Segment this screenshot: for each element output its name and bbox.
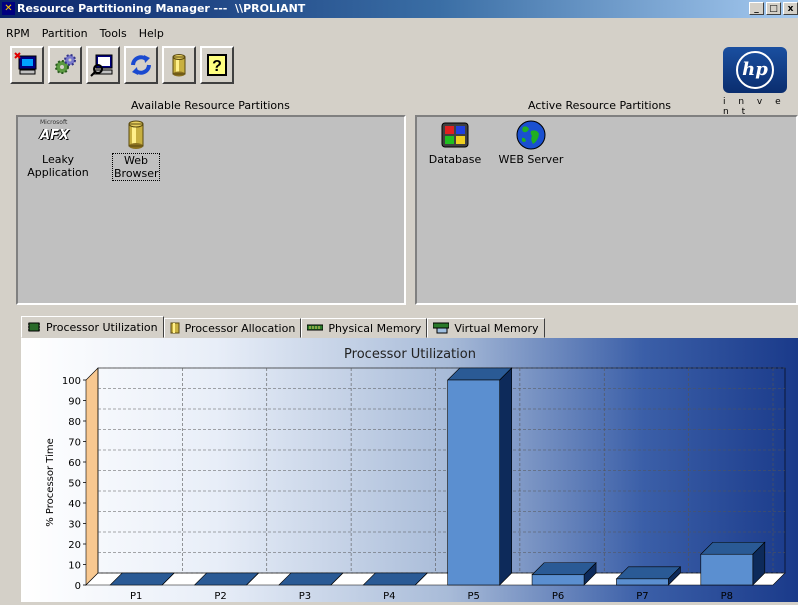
y-axis-tick-label: 80 xyxy=(68,417,81,428)
close-button[interactable]: x xyxy=(783,2,798,15)
processor-utilization-chart: Processor Utilization 0 10 20 30 40 50 60 70 80 90… xyxy=(45,347,786,602)
menu-bar: RPM Partition Tools Help xyxy=(0,27,170,43)
x-axis-tick-label: P4 xyxy=(383,591,395,602)
active-partitions-panel: Database WEB Server xyxy=(415,115,798,305)
chart-back-wall xyxy=(97,367,786,574)
partition-database[interactable]: Database xyxy=(425,119,485,166)
chart-title: Processor Utilization xyxy=(344,347,476,362)
computer-x-icon xyxy=(14,52,37,75)
menu-tools[interactable]: Tools xyxy=(94,27,133,43)
tab-label: Physical Memory xyxy=(328,321,422,335)
partition-label-box: Web Browser xyxy=(112,153,160,181)
app-icon: ✕ xyxy=(2,2,15,15)
partition-label-line1: Leaky xyxy=(42,153,74,166)
menu-rpm[interactable]: RPM xyxy=(0,27,36,43)
y-axis-tick-label: 70 xyxy=(68,438,81,449)
help-icon: ? xyxy=(207,54,227,76)
y-axis-tick-label: 30 xyxy=(68,520,81,531)
hp-logo-text: hp xyxy=(736,51,774,89)
tab-label: Processor Utilization xyxy=(46,320,158,334)
y-axis-tick-label: 0 xyxy=(75,581,81,592)
minimize-button[interactable]: _ xyxy=(749,2,764,15)
y-axis-tick-label: 60 xyxy=(68,458,81,469)
monitor-button[interactable] xyxy=(86,46,120,84)
partition-label: Database xyxy=(428,153,482,166)
cylinder-icon xyxy=(170,322,180,334)
database-button[interactable] xyxy=(162,46,196,84)
partition-web-browser[interactable]: Web Browser xyxy=(112,119,160,181)
partition-web-server[interactable]: WEB Server xyxy=(493,119,569,166)
tab-strip: Processor Utilization Processor Allocati… xyxy=(21,316,545,338)
x-axis-tick-label: P1 xyxy=(130,591,142,602)
active-partitions-header: Active Resource Partitions xyxy=(528,99,672,112)
cylinder-icon xyxy=(172,54,186,77)
tab-label: Virtual Memory xyxy=(454,321,539,335)
search-monitor-icon xyxy=(90,54,113,77)
y-axis-tick-label: 50 xyxy=(68,479,81,490)
svg-text:?: ? xyxy=(212,58,222,75)
chip-icon xyxy=(28,322,40,332)
available-partitions-panel: Microsoft AFX Leaky Application Web Brow… xyxy=(16,115,406,305)
database-icon xyxy=(441,122,469,148)
globe-icon xyxy=(516,120,546,150)
refresh-icon xyxy=(131,55,151,75)
title-bar: ✕ Resource Partitioning Manager --- \\PR… xyxy=(0,0,798,18)
memory-icon xyxy=(307,324,324,331)
partition-leaky-application[interactable]: Microsoft AFX Leaky Application xyxy=(24,119,92,179)
memory-disk-icon xyxy=(433,322,450,334)
y-axis-tick-label: 40 xyxy=(68,499,81,510)
help-button[interactable]: ? xyxy=(200,46,234,84)
menu-help[interactable]: Help xyxy=(133,27,170,43)
bar xyxy=(700,553,754,586)
toolbar: ? xyxy=(10,46,234,84)
chart-area: Processor Utilization 0 10 20 30 40 50 60 70 80 90… xyxy=(21,338,798,602)
window-title: Resource Partitioning Manager --- \\PROL… xyxy=(17,2,306,15)
chart-floor xyxy=(85,572,786,586)
bar-side xyxy=(499,367,512,586)
cylinder-icon xyxy=(128,120,144,149)
y-axis-tick-label: 10 xyxy=(68,561,81,572)
menu-partition[interactable]: Partition xyxy=(36,27,94,43)
bar xyxy=(447,379,500,586)
maximize-button[interactable]: □ xyxy=(766,2,781,15)
afx-icon: Microsoft AFX xyxy=(40,119,69,143)
bar xyxy=(531,574,585,586)
y-axis-tick-label: 90 xyxy=(68,397,81,408)
available-partitions-header: Available Resource Partitions xyxy=(131,99,290,112)
bar xyxy=(616,578,669,586)
y-axis-label: % Processor Time xyxy=(45,438,56,527)
partition-label-line2: Browser xyxy=(114,167,159,180)
gears-icon xyxy=(55,54,76,74)
tab-label: Processor Allocation xyxy=(184,321,296,335)
tab-virtual-memory[interactable]: Virtual Memory xyxy=(427,318,545,338)
new-partition-button[interactable] xyxy=(10,46,44,84)
x-axis-tick-label: P3 xyxy=(299,591,311,602)
tab-physical-memory[interactable]: Physical Memory xyxy=(301,318,428,338)
x-axis-tick-label: P2 xyxy=(214,591,226,602)
y-axis-tick-label: 100 xyxy=(62,376,81,387)
hp-tagline: i n v e n t xyxy=(723,97,786,117)
x-axis-tick-label: P8 xyxy=(721,591,733,602)
configure-button[interactable] xyxy=(48,46,82,84)
hp-logo: hp xyxy=(723,47,787,93)
x-axis-tick-label: P5 xyxy=(467,591,479,602)
y-axis-tick-label: 20 xyxy=(68,540,81,551)
x-axis-tick-label: P7 xyxy=(636,591,648,602)
partition-label-line2: Application xyxy=(27,166,89,179)
tab-processor-allocation[interactable]: Processor Allocation xyxy=(163,318,302,338)
tab-processor-utilization[interactable]: Processor Utilization xyxy=(21,316,164,338)
partition-label: WEB Server xyxy=(498,153,564,166)
partition-label-line1: Web xyxy=(124,154,148,167)
chart-left-wall xyxy=(85,367,99,586)
x-axis-tick-label: P6 xyxy=(552,591,564,602)
refresh-button[interactable] xyxy=(124,46,158,84)
